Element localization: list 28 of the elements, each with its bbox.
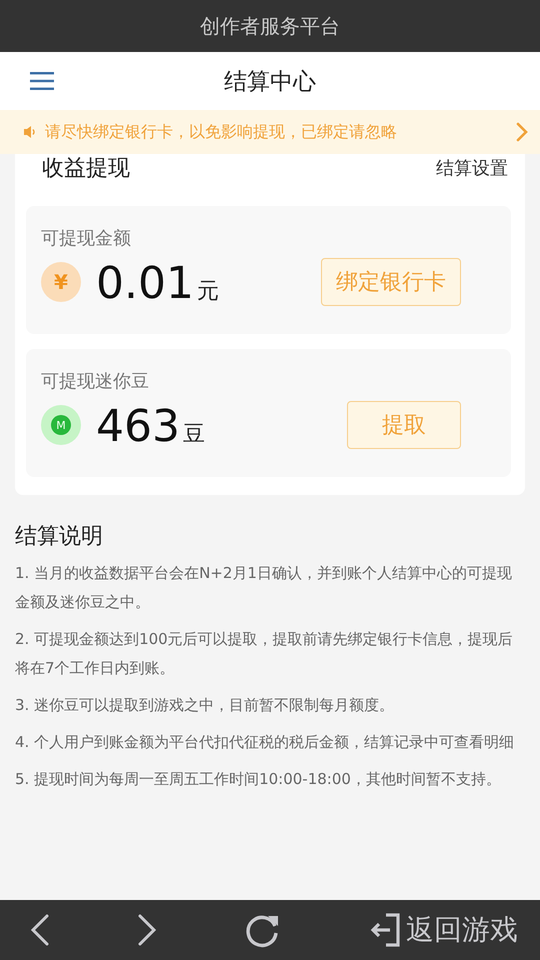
balance-label: 可提现金额 (41, 227, 132, 250)
note-paragraph: 5. 提现时间为每周一至周五工作时间10:00-18:00，其他时间暂不支持。 (15, 769, 502, 790)
bean-icon: M (41, 405, 81, 445)
section-title: 收益提现 (42, 155, 130, 183)
platform-title: 创作者服务平台 (200, 12, 340, 40)
chevron-right-icon (516, 122, 528, 142)
note-paragraph: 2. 可提现金额达到100元后可以提取，提取前请先绑定银行卡信息，提现后将在7个工作日内到账。 (15, 629, 514, 679)
page-title: 结算中心 (224, 68, 316, 96)
yuan-icon: ¥ (41, 262, 81, 302)
note-paragraph: 1. 当月的收益数据平台会在N+2月1日确认，并到账个人结算中心的可提现金额及迷你豆之中。 (15, 563, 513, 613)
settlement-settings-link[interactable]: 结算设置 (436, 156, 508, 180)
speaker-icon (23, 125, 37, 139)
note-paragraph: 3. 迷你豆可以提取到游戏之中，目前暂不限制每月额度。 (15, 695, 396, 716)
note-paragraph: 4. 个人用户到账金额为平台代扣代征税的税后金额，结算记录中可查看明细 (15, 732, 516, 753)
balance-unit: 豆 (182, 421, 205, 449)
notes-title: 结算说明 (15, 523, 104, 551)
balance-amount: 463 (96, 405, 180, 449)
action-button[interactable]: 绑定银行卡 (321, 258, 461, 306)
balance-label: 可提现迷你豆 (41, 370, 150, 393)
balance-amount: 0.01 (96, 262, 194, 306)
return-to-game-button[interactable]: 返回游戏 (368, 911, 518, 949)
notice-text: 请尽快绑定银行卡，以免影响提现，已绑定请忽略 (45, 122, 398, 142)
action-button[interactable]: 提取 (347, 401, 461, 449)
balance-unit: 元 (196, 278, 219, 306)
forward-icon[interactable] (137, 914, 158, 946)
notice-banner[interactable]: 请尽快绑定银行卡，以免影响提现，已绑定请忽略 (0, 110, 540, 154)
back-icon[interactable] (30, 914, 50, 946)
menu-icon[interactable] (30, 72, 54, 90)
